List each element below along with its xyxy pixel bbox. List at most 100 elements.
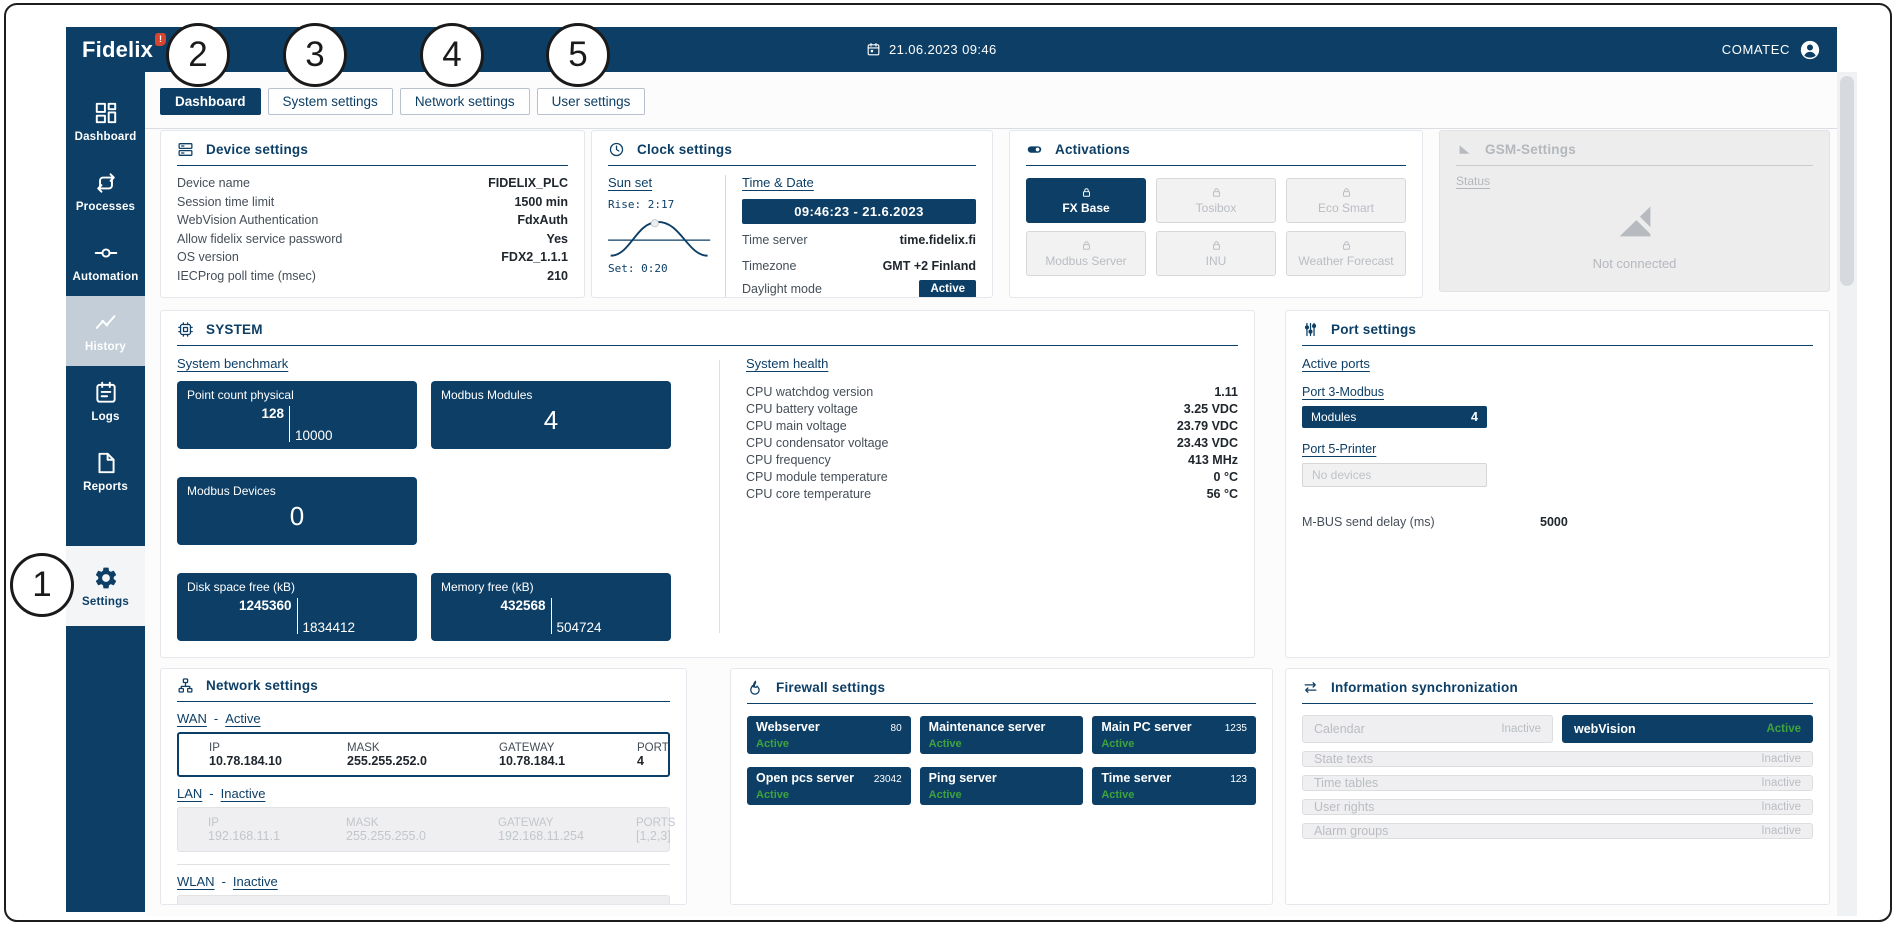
sync-alarm-groups[interactable]: Alarm groupsInactive (1302, 823, 1813, 839)
active-ports-link[interactable]: Active ports (1302, 356, 1370, 371)
tile-label: Modbus Modules (441, 388, 661, 402)
lan-config-box[interactable]: IP192.168.11.1 MASK255.255.255.0 GATEWAY… (177, 807, 670, 852)
daylight-active-button[interactable]: Active (919, 280, 976, 298)
scrollbar-thumb[interactable] (1840, 76, 1854, 286)
activation-modbus-server[interactable]: Modbus Server (1026, 231, 1146, 276)
system-health-section: System health CPU watchdog version1.11 C… (720, 356, 1238, 641)
tile-value: 4 (441, 405, 661, 436)
tile-point-count-physical[interactable]: Point count physical 12810000 (177, 381, 417, 449)
row-label: M-BUS send delay (ms) (1302, 515, 1540, 529)
sidebar-item-automation[interactable]: Automation (66, 226, 145, 296)
sidebar-label: Reports (83, 481, 128, 493)
sync-calendar[interactable]: CalendarInactive (1302, 715, 1553, 743)
sidebar-item-history[interactable]: History (66, 296, 145, 366)
gsm-settings-header: GSM-Settings (1456, 141, 1813, 166)
tab-divider (145, 128, 1837, 129)
tab-network-settings[interactable]: Network settings (400, 88, 530, 115)
lan-state[interactable]: Inactive (221, 786, 266, 801)
row-value: 5000 (1540, 515, 1568, 529)
tab-system-settings[interactable]: System settings (268, 88, 393, 115)
firewall-webserver[interactable]: Webserver80Active (747, 716, 911, 754)
activations-grid: FX Base Tosibox Eco Smart Modbus Server … (1026, 178, 1406, 276)
status-badge: Active (756, 738, 789, 750)
current-time-date[interactable]: 09:46:23 - 21.6.2023 (742, 199, 976, 224)
sidebar-item-logs[interactable]: Logs (66, 366, 145, 436)
settings-row: OS versionFDX2_1.1.1 (177, 248, 568, 267)
network-divider (177, 864, 670, 865)
system-health-link[interactable]: System health (746, 356, 828, 371)
processes-icon (93, 170, 119, 196)
gsm-settings-panel: GSM-Settings Status Not connected (1439, 130, 1830, 292)
wan-link[interactable]: WAN (177, 711, 207, 726)
sidebar-item-reports[interactable]: Reports (66, 436, 145, 506)
signal-wedge-icon (1456, 141, 1473, 158)
sidebar-item-dashboard[interactable]: Dashboard (66, 86, 145, 156)
user-menu[interactable]: COMATEC (1722, 39, 1821, 61)
fidelix-logo[interactable]: Fidelix ! (82, 37, 153, 63)
tile-modbus-devices[interactable]: Modbus Devices 0 (177, 477, 417, 545)
wlan-link[interactable]: WLAN (177, 874, 215, 889)
time-date-link[interactable]: Time & Date (742, 175, 814, 190)
tile-disk-space-free[interactable]: Disk space free (kB) 12453601834412 (177, 573, 417, 641)
field-value: 10.78.184.10 (209, 754, 347, 768)
health-row: CPU core temperature56 °C (746, 485, 1238, 502)
sync-user-rights[interactable]: User rightsInactive (1302, 799, 1813, 815)
activation-eco-smart[interactable]: Eco Smart (1286, 178, 1406, 223)
sidebar-item-processes[interactable]: Processes (66, 156, 145, 226)
vertical-scrollbar[interactable] (1837, 72, 1857, 916)
firewall-main-pc-server[interactable]: Main PC server1235Active (1092, 716, 1256, 754)
port5-printer-link[interactable]: Port 5-Printer (1302, 442, 1376, 456)
tile-memory-free[interactable]: Memory free (kB) 432568504724 (431, 573, 671, 641)
sidebar-item-settings[interactable]: Settings (66, 546, 145, 626)
sunset-link[interactable]: Sun set (608, 175, 652, 190)
panel-title: Device settings (206, 142, 308, 157)
sidebar-label: History (85, 341, 126, 353)
server-name: Webserver (756, 720, 820, 734)
activation-label: FX Base (1062, 201, 1109, 215)
firewall-ping-server[interactable]: Ping serverActive (920, 767, 1084, 805)
sync-status: Active (1766, 723, 1801, 735)
wlan-state[interactable]: Inactive (233, 874, 278, 889)
wlan-config-box[interactable]: NETWORK NAME PASSWORDxxxxxxxx PORT192.16… (177, 895, 670, 905)
callout-5: 5 (546, 23, 610, 87)
dash: - (222, 874, 226, 889)
modules-count-bar[interactable]: Modules 4 (1302, 406, 1487, 428)
port3-modbus-link[interactable]: Port 3-Modbus (1302, 385, 1384, 399)
row-value: 0 °C (1214, 470, 1238, 484)
activation-weather-forecast[interactable]: Weather Forecast (1286, 231, 1406, 276)
firewall-time-server[interactable]: Time server123Active (1092, 767, 1256, 805)
server-port: 1235 (1225, 723, 1247, 734)
activation-inu[interactable]: INU (1156, 231, 1276, 276)
sync-time-tables[interactable]: Time tablesInactive (1302, 775, 1813, 791)
system-panel: SYSTEM System benchmark Point count phys… (160, 310, 1255, 658)
tab-user-settings[interactable]: User settings (537, 88, 646, 115)
datetime-display: 21.06.2023 09:46 (866, 42, 997, 57)
lan-link[interactable]: LAN (177, 786, 202, 801)
firewall-maintenance-server[interactable]: Maintenance serverActive (920, 716, 1084, 754)
wan-state[interactable]: Active (225, 711, 260, 726)
sidebar-label: Logs (91, 411, 119, 423)
sync-label: webVision (1574, 722, 1636, 736)
activation-fx-base[interactable]: FX Base (1026, 178, 1146, 223)
row-label: CPU battery voltage (746, 402, 858, 416)
sunset-section: Sun set Rise: 2:17 Set: 0:20 (608, 175, 726, 298)
system-benchmark-link[interactable]: System benchmark (177, 356, 288, 371)
activation-tosibox[interactable]: Tosibox (1156, 178, 1276, 223)
panel-title: GSM-Settings (1485, 142, 1576, 157)
sync-status: Inactive (1761, 777, 1801, 789)
wan-config-box[interactable]: IP10.78.184.10 MASK255.255.252.0 GATEWAY… (177, 732, 670, 777)
sync-webvision[interactable]: webVision Active (1562, 715, 1813, 743)
firewall-open-pcs-server[interactable]: Open pcs server23042Active (747, 767, 911, 805)
fraction-divider (551, 598, 552, 634)
row-value: FIDELIX_PLC (488, 176, 568, 190)
sync-arrows-icon (1302, 679, 1319, 696)
tab-dashboard[interactable]: Dashboard (160, 88, 261, 115)
row-label: Daylight mode (742, 282, 822, 296)
alert-badge: ! (155, 33, 166, 46)
toggle-icon (1026, 141, 1043, 158)
sidebar-spacer (66, 506, 145, 546)
field-value: 255.255.255.0 (346, 829, 498, 843)
field-label: PORT (553, 905, 669, 906)
sync-state-texts[interactable]: State textsInactive (1302, 751, 1813, 767)
tile-modbus-modules[interactable]: Modbus Modules 4 (431, 381, 671, 449)
